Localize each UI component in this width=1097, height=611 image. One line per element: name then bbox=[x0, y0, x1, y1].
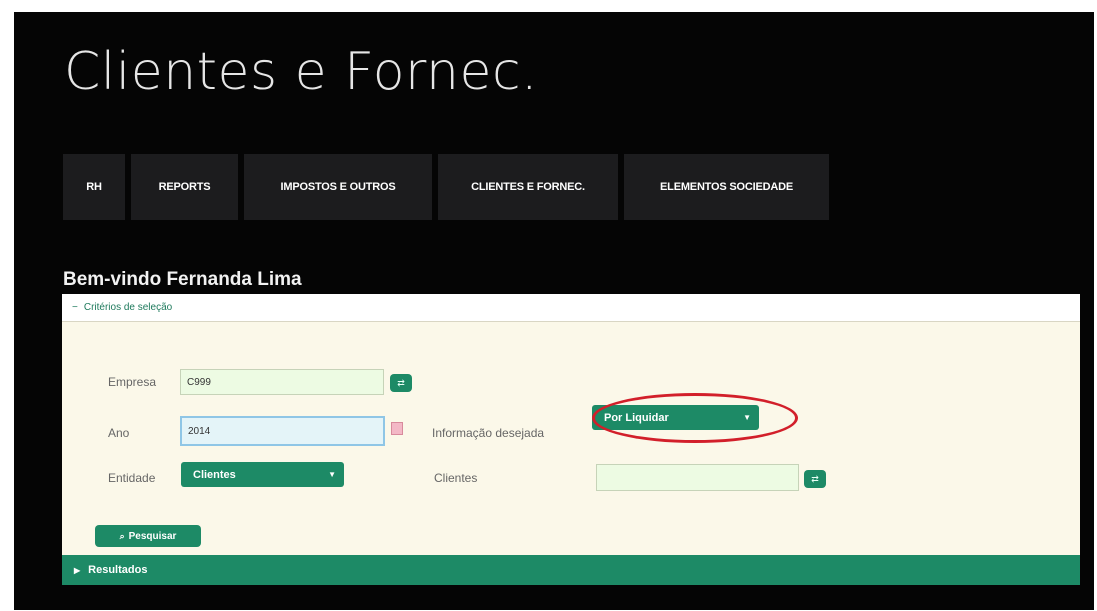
entidade-selected-value: Clientes bbox=[193, 468, 236, 481]
lookup-icon: ⇄ bbox=[397, 377, 405, 388]
results-panel-title: Resultados bbox=[88, 564, 148, 576]
results-panel-header[interactable]: ▶ Resultados bbox=[62, 555, 1080, 585]
criteria-panel-title: Critérios de seleção bbox=[83, 302, 173, 313]
informacao-desejada-label: Informação desejada bbox=[432, 426, 545, 440]
triangle-right-icon[interactable]: ▶ bbox=[74, 566, 80, 575]
nav-item-clientes-e-fornec[interactable]: CLIENTES E FORNEC. bbox=[438, 154, 618, 220]
empresa-input[interactable] bbox=[180, 369, 384, 395]
empresa-label: Empresa bbox=[108, 375, 157, 389]
caret-down-icon: ▼ bbox=[328, 470, 336, 479]
nav-item-impostos-e-outros[interactable]: IMPOSTOS E OUTROS bbox=[244, 154, 432, 220]
empresa-lookup-button[interactable]: ⇄ bbox=[390, 374, 412, 392]
clientes-label: Clientes bbox=[434, 471, 478, 485]
welcome-message: Bem-vindo Fernanda Lima bbox=[63, 269, 302, 290]
minus-icon[interactable]: − bbox=[72, 302, 78, 313]
clientes-input[interactable] bbox=[596, 464, 799, 491]
search-button-label: Pesquisar bbox=[128, 530, 177, 542]
nav-item-elementos-sociedade[interactable]: ELEMENTOS SOCIEDADE bbox=[624, 154, 829, 220]
entidade-select[interactable]: Clientes ▼ bbox=[181, 462, 344, 487]
caret-down-icon: ▼ bbox=[743, 413, 751, 422]
criteria-panel-header[interactable]: − Critérios de seleção bbox=[62, 294, 1080, 322]
app-screen: Clientes e Fornec. RH REPORTS IMPOSTOS E… bbox=[14, 12, 1094, 610]
search-icon: ⌕ bbox=[119, 530, 125, 541]
lookup-icon: ⇄ bbox=[811, 473, 819, 484]
selection-criteria-panel: − Critérios de seleção Empresa ⇄ Ano Ent… bbox=[62, 294, 1080, 555]
calendar-icon[interactable] bbox=[391, 422, 403, 435]
nav-item-reports[interactable]: REPORTS bbox=[131, 154, 238, 220]
entidade-label: Entidade bbox=[108, 471, 156, 485]
search-button[interactable]: ⌕ Pesquisar bbox=[95, 525, 201, 547]
clientes-lookup-button[interactable]: ⇄ bbox=[804, 470, 826, 488]
informacao-desejada-select[interactable]: Por Liquidar ▼ bbox=[592, 405, 759, 430]
page-title: Clientes e Fornec. bbox=[64, 42, 539, 102]
informacao-selected-value: Por Liquidar bbox=[604, 411, 669, 424]
ano-input[interactable] bbox=[180, 416, 385, 446]
nav-item-rh[interactable]: RH bbox=[63, 154, 125, 220]
ano-label: Ano bbox=[108, 426, 130, 440]
